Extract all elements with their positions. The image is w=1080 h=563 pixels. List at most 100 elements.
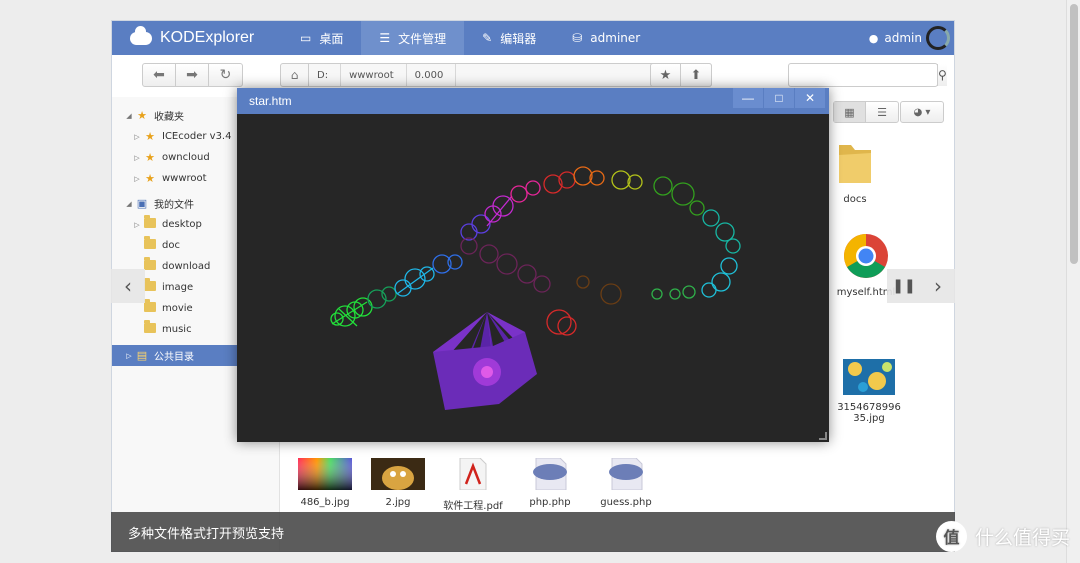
nav-desktop[interactable]: ▭ 桌面: [282, 21, 361, 55]
file-name: php.php: [529, 497, 571, 508]
favorite-button[interactable]: ★: [651, 64, 681, 86]
page-scrollbar[interactable]: [1066, 0, 1080, 563]
chrome-icon: [844, 234, 888, 278]
star-animation-canvas[interactable]: [237, 114, 829, 442]
tree-item-label: music: [162, 324, 192, 335]
search-button[interactable]: ⚲: [937, 64, 947, 86]
chevron-right-icon: ›: [934, 274, 942, 298]
maximize-icon: □: [775, 91, 783, 105]
php-file-icon: [533, 457, 567, 491]
breadcrumb-drive[interactable]: D:: [309, 64, 342, 86]
loading-ring-icon: [926, 26, 950, 50]
theme-dropdown-button[interactable]: ◕ ▾: [900, 101, 944, 123]
list-icon: ☰: [877, 105, 887, 119]
star-icon: ★: [145, 172, 155, 185]
pause-icon: ❚❚: [892, 278, 916, 294]
caret-right-icon: ▷: [134, 153, 140, 162]
caret-right-icon: ▷: [126, 351, 132, 360]
star-icon: ★: [659, 67, 672, 83]
dashboard-icon: ◕ ▾: [913, 106, 931, 118]
user-name: admin: [884, 31, 922, 45]
tree-public-label: 公共目录: [154, 352, 194, 363]
breadcrumb-wwwroot[interactable]: wwwroot: [341, 64, 407, 86]
user-menu[interactable]: ● admin: [869, 21, 950, 55]
cloud-icon: [130, 25, 152, 45]
nav-editor[interactable]: ✎ 编辑器: [464, 21, 554, 55]
window-title: star.htm: [249, 94, 292, 108]
search-box: ⚲: [788, 63, 947, 87]
folder-icon: [142, 215, 158, 231]
minimize-button[interactable]: —: [733, 88, 763, 108]
file-docs[interactable]: docs: [820, 137, 890, 205]
nav-adminer[interactable]: ⛁ adminer: [554, 21, 658, 55]
file-pdf[interactable]: 软件工程.pdf: [438, 457, 508, 512]
file-php-php[interactable]: php.php: [515, 457, 585, 508]
grid-view-button[interactable]: ▦: [834, 102, 866, 122]
tree-item-label: download: [162, 261, 211, 272]
file-486b-jpg[interactable]: 486_b.jpg: [290, 458, 360, 508]
arrow-right-icon: ➡: [186, 67, 198, 83]
arrow-left-icon: ⬅: [153, 67, 165, 83]
caret-down-icon: ◢: [126, 199, 132, 208]
nav-editor-label: 编辑器: [500, 31, 537, 46]
up-button[interactable]: ⬆: [681, 64, 711, 86]
chevron-left-icon: ‹: [124, 274, 132, 298]
list-view-button[interactable]: ☰: [866, 102, 898, 122]
nav-file-manager-label: 文件管理: [398, 31, 447, 46]
star-icon: ★: [145, 151, 155, 164]
close-button[interactable]: ✕: [795, 88, 825, 108]
resize-handle[interactable]: [819, 432, 827, 440]
back-button[interactable]: ⬅: [143, 64, 176, 86]
tree-favorites-label: 收藏夹: [154, 112, 184, 123]
home-button[interactable]: ⌂: [281, 64, 309, 86]
server-icon: ☰: [379, 31, 391, 45]
address-bar[interactable]: ⌂ D: wwwroot 0.000: [280, 63, 712, 87]
file-name: 2.jpg: [385, 497, 411, 508]
minimize-icon: —: [742, 91, 754, 105]
nav-adminer-label: adminer: [590, 31, 641, 45]
prev-slide-button[interactable]: ‹: [111, 269, 145, 303]
view-mode-buttons: ▦ ☰: [833, 101, 899, 123]
history-buttons: ⬅ ➡ ↻: [142, 63, 243, 87]
window-titlebar[interactable]: star.htm — □ ✕: [237, 88, 829, 114]
app-title: KODExplorer: [160, 29, 255, 46]
file-guess-php[interactable]: guess.php: [591, 457, 661, 508]
site-watermark: 值 什么值得买: [935, 519, 1070, 553]
star-icon: ★: [145, 130, 155, 143]
tree-item-label: ICEcoder v3.4: [162, 131, 232, 142]
tree-item-label: wwwroot: [162, 173, 207, 184]
image-thumbnail: [843, 359, 895, 395]
folder-icon: [142, 299, 158, 315]
pdf-icon: [459, 457, 487, 491]
shared-folder-icon: ▤: [136, 349, 148, 362]
app-logo[interactable]: KODExplorer: [112, 25, 282, 47]
search-input[interactable]: [789, 64, 937, 86]
next-slide-button[interactable]: ›: [921, 269, 955, 303]
edit-icon: ✎: [482, 31, 493, 45]
refresh-button[interactable]: ↻: [209, 64, 242, 86]
breadcrumb-folder[interactable]: 0.000: [407, 64, 457, 86]
tree-item-label: owncloud: [162, 152, 210, 163]
refresh-icon: ↻: [219, 67, 232, 83]
scrollbar-thumb[interactable]: [1070, 4, 1078, 264]
watermark-badge: 值: [935, 520, 967, 552]
grid-icon: ▦: [844, 105, 855, 119]
file-name-line2: 35.jpg: [853, 413, 885, 424]
file-2-jpg[interactable]: 2.jpg: [363, 458, 433, 508]
folder-icon: [142, 236, 158, 252]
nav-file-manager[interactable]: ☰ 文件管理: [361, 21, 465, 55]
forward-button[interactable]: ➡: [176, 64, 209, 86]
image-thumbnail: [371, 458, 425, 490]
drive-icon: ⛁: [572, 31, 583, 45]
tree-item-label: image: [162, 282, 194, 293]
address-actions: ★ ⬆: [650, 63, 712, 87]
watermark-text: 什么值得买: [974, 526, 1070, 549]
computer-icon: ▣: [136, 197, 148, 210]
user-icon: ●: [868, 31, 879, 45]
caret-right-icon: ▷: [134, 132, 140, 141]
preview-window: star.htm — □ ✕: [237, 88, 829, 442]
file-jpg-photo[interactable]: 3154678996 35.jpg: [828, 359, 910, 424]
php-file-icon: [609, 457, 643, 491]
pause-slide-button[interactable]: ❚❚: [887, 269, 921, 303]
maximize-button[interactable]: □: [764, 88, 794, 108]
